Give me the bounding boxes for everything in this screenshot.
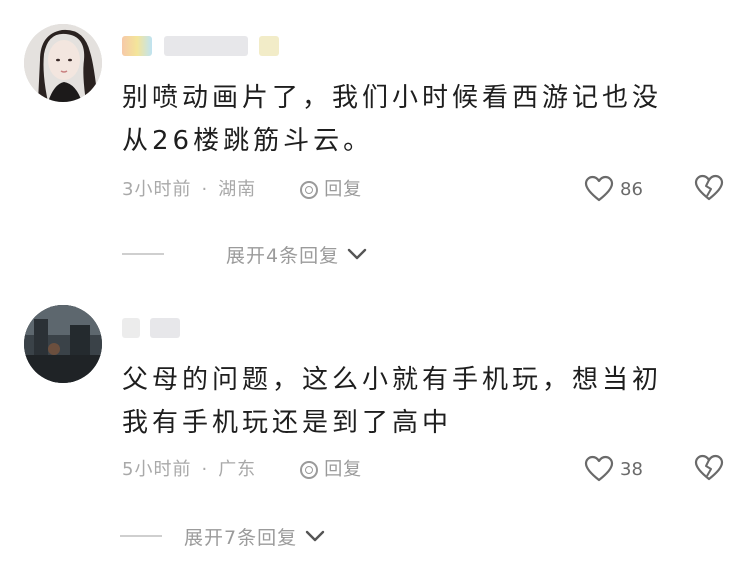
comment-text-line: 我有手机玩还是到了高中 <box>122 408 453 438</box>
avatar[interactable] <box>24 24 102 102</box>
reply-button[interactable]: 回复 <box>300 458 362 482</box>
like-count: 38 <box>620 458 643 480</box>
dislike-button[interactable] <box>694 174 724 204</box>
avatar-image <box>24 24 102 102</box>
reply-icon <box>300 461 319 479</box>
broken-heart-icon <box>694 174 724 201</box>
reply-icon <box>300 181 319 199</box>
username[interactable] <box>122 316 282 340</box>
like-button[interactable]: 86 <box>584 174 643 204</box>
comment-text-line: 从26楼跳筋斗云。 <box>122 126 374 156</box>
username-blur <box>149 318 180 338</box>
comment-meta: 5小时前 · 广东 回复 <box>122 458 362 482</box>
username-blur <box>122 318 140 338</box>
expand-label: 展开4条回复 <box>226 244 340 267</box>
location: 湖南 <box>218 179 257 200</box>
divider-dash <box>120 535 162 537</box>
comment-meta: 3小时前 · 湖南 回复 <box>122 178 362 202</box>
divider-dash <box>122 253 164 255</box>
expand-replies-button[interactable]: 展开4条回复 <box>122 241 367 267</box>
comment-text: 父母的问题，这么小就有手机玩，想当初 我有手机玩还是到了高中 <box>122 359 712 445</box>
username-blur <box>163 36 248 56</box>
like-count: 86 <box>620 178 643 200</box>
comment-text: 别喷动画片了，我们小时候看西游记也没 从26楼跳筋斗云。 <box>122 77 712 163</box>
timestamp: 3小时前 <box>122 179 192 200</box>
dislike-button[interactable] <box>694 454 724 484</box>
username[interactable] <box>122 34 282 58</box>
heart-outline-icon <box>584 455 614 482</box>
reply-button[interactable]: 回复 <box>300 178 362 202</box>
meta-separator: · <box>201 179 209 200</box>
reply-label: 回复 <box>324 459 363 480</box>
meta-separator: · <box>201 459 209 480</box>
comment-text-line: 父母的问题，这么小就有手机玩，想当初 <box>122 365 663 395</box>
expand-replies-button[interactable]: 展开7条回复 <box>120 523 325 549</box>
avatar-image <box>24 305 102 383</box>
heart-outline-icon <box>584 175 614 202</box>
username-blur <box>122 36 152 56</box>
chevron-down-icon <box>347 248 367 260</box>
timestamp: 5小时前 <box>122 459 192 480</box>
like-button[interactable]: 38 <box>584 454 643 484</box>
broken-heart-icon <box>694 454 724 481</box>
username-blur <box>259 36 280 56</box>
chevron-down-icon <box>305 530 325 542</box>
avatar[interactable] <box>24 305 102 383</box>
location: 广东 <box>218 459 257 480</box>
expand-label: 展开7条回复 <box>184 526 298 549</box>
reply-label: 回复 <box>324 179 363 200</box>
comment-text-line: 别喷动画片了，我们小时候看西游记也没 <box>122 83 663 113</box>
